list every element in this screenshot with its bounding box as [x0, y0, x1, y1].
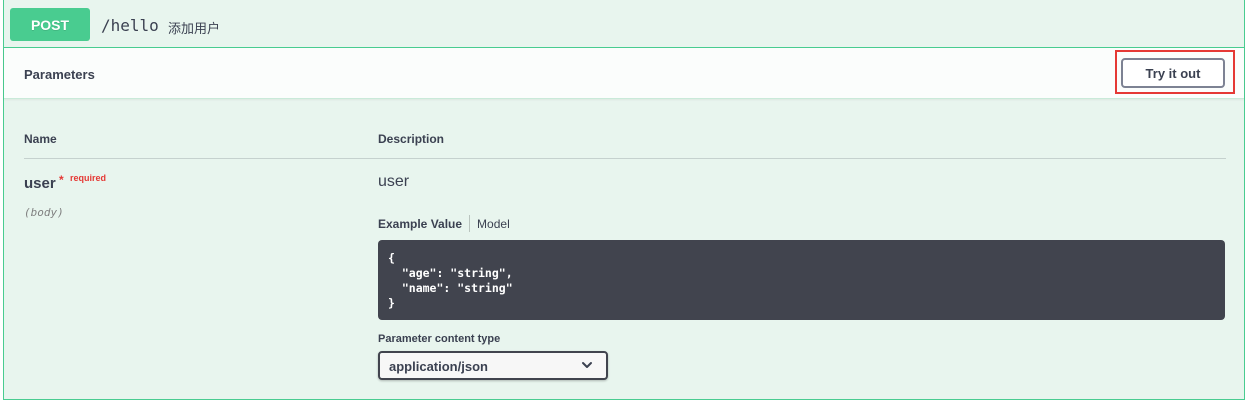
- example-value-code-block[interactable]: { "age": "string", "name": "string" }: [378, 240, 1225, 320]
- content-type-selected-value: application/json: [389, 359, 488, 374]
- chevron-down-icon: [582, 362, 592, 368]
- tab-divider: [469, 215, 471, 232]
- parameters-title: Parameters: [24, 67, 95, 82]
- example-model-tabs: Example Value Model: [378, 215, 510, 232]
- tab-example-value[interactable]: Example Value: [378, 217, 462, 231]
- parameters-section-header: Parameters Try it out: [4, 48, 1244, 99]
- try-it-out-button[interactable]: Try it out: [1121, 58, 1225, 88]
- parameter-name: user: [24, 175, 56, 192]
- endpoint-description: 添加用户: [168, 21, 221, 36]
- operation-summary[interactable]: POST /hello 添加用户: [4, 0, 1244, 48]
- content-type-select[interactable]: application/json: [378, 351, 608, 380]
- endpoint-path: /hello: [101, 16, 159, 35]
- operation-block-post-hello: POST /hello 添加用户 Parameters Try it out N…: [3, 0, 1245, 400]
- required-star: *: [59, 173, 64, 187]
- required-label: required: [70, 173, 107, 183]
- tab-model[interactable]: Model: [477, 217, 510, 231]
- column-header-description: Description: [378, 132, 445, 146]
- table-header-divider: [24, 158, 1226, 159]
- parameter-location: (body): [24, 206, 64, 219]
- content-type-label: Parameter content type: [378, 333, 501, 345]
- method-badge: POST: [10, 8, 90, 41]
- column-header-name: Name: [24, 132, 57, 146]
- parameter-description: user: [378, 173, 410, 190]
